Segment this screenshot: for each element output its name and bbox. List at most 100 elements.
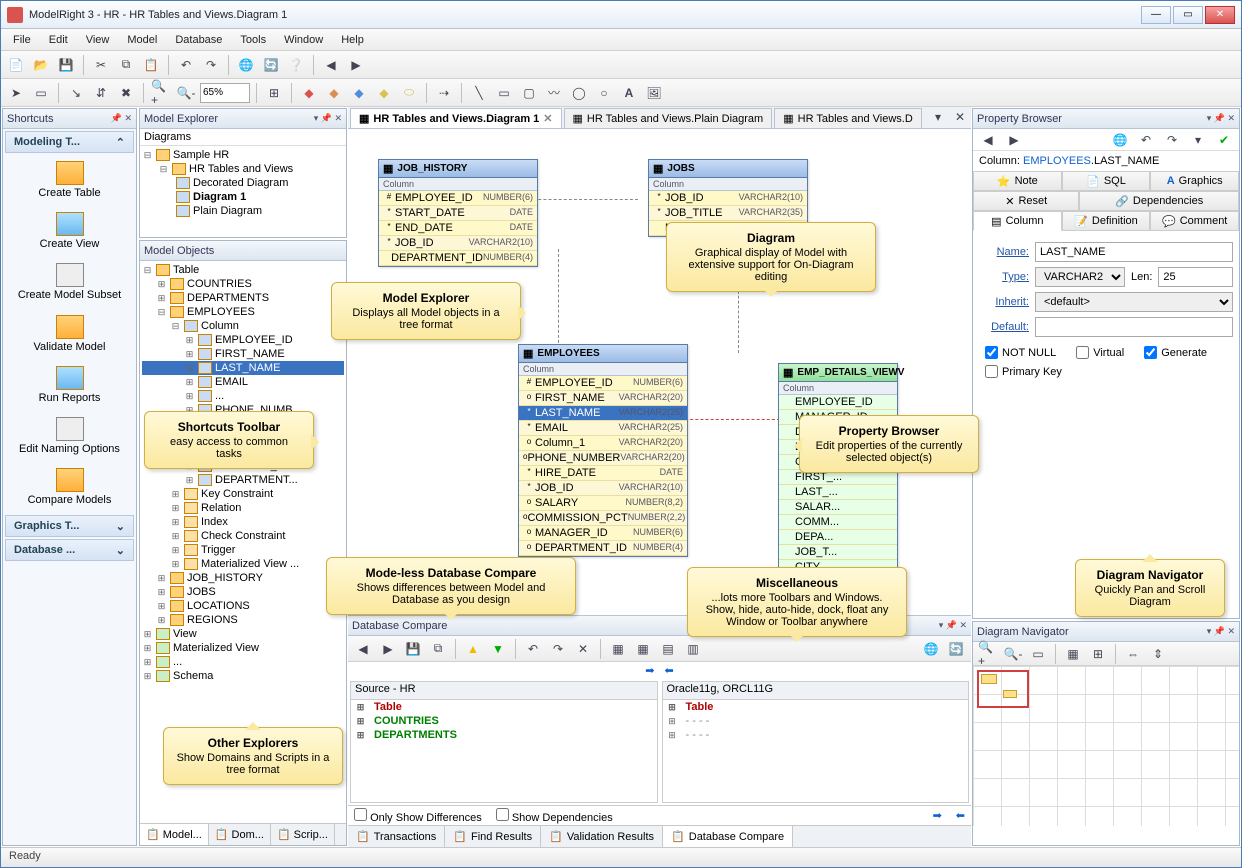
tree-diagram[interactable]: Plain Diagram bbox=[142, 204, 344, 218]
tab-column[interactable]: ▤ Column bbox=[973, 211, 1062, 231]
tree-node[interactable]: ⊟Column bbox=[142, 319, 344, 333]
tab-sql[interactable]: 📄 SQL bbox=[1062, 171, 1151, 191]
entity-column[interactable]: oMANAGER_IDNUMBER(6) bbox=[519, 526, 687, 541]
prop-dropdown-icon[interactable]: ▾ bbox=[1187, 129, 1209, 151]
tree-node[interactable]: ⊞Materialized View ... bbox=[142, 557, 344, 571]
entity-column[interactable]: EMPLOYEE_ID bbox=[779, 395, 897, 410]
tree-diagram[interactable]: Decorated Diagram bbox=[142, 176, 344, 190]
entity-column[interactable]: *JOB_TITLEVARCHAR2(35) bbox=[649, 206, 807, 221]
tree-node[interactable]: ⊞Relation bbox=[142, 501, 344, 515]
dbc-del-icon[interactable]: ✕ bbox=[572, 638, 594, 660]
entity-column[interactable]: DEPA... bbox=[779, 530, 897, 545]
dbc-row[interactable]: ⊞ COUNTRIES bbox=[351, 714, 657, 728]
dbc-up-icon[interactable]: ▲ bbox=[462, 638, 484, 660]
entity-column[interactable]: *JOB_IDVARCHAR2(10) bbox=[379, 236, 537, 251]
menu-database[interactable]: Database bbox=[167, 32, 230, 48]
entity-header[interactable]: ▦JOB_HISTORY bbox=[379, 160, 537, 178]
back-icon[interactable]: ◀ bbox=[320, 54, 342, 76]
tree-node[interactable]: ⊟EMPLOYEES bbox=[142, 305, 344, 319]
nav-grid2-icon[interactable]: ⊞ bbox=[1087, 643, 1109, 665]
arrow-right-icon[interactable]: ➡ bbox=[933, 809, 942, 822]
cube4-icon[interactable]: ◆ bbox=[373, 82, 395, 104]
tree-node[interactable]: ⊞COUNTRIES bbox=[142, 277, 344, 291]
dbc-row[interactable]: ⊞ Table bbox=[351, 700, 657, 714]
tree-node[interactable]: ⊞Trigger bbox=[142, 543, 344, 557]
entity-column[interactable]: JOB_T... bbox=[779, 545, 897, 560]
pin-icon[interactable]: ▾ 📌 ✕ bbox=[314, 113, 342, 124]
tree-node[interactable]: ⊞JOBS bbox=[142, 585, 344, 599]
help-icon[interactable]: ❔ bbox=[285, 54, 307, 76]
tree-node[interactable]: ⊞DEPARTMENTS bbox=[142, 291, 344, 305]
tree-node[interactable]: ⊞DEPARTMENT... bbox=[142, 473, 344, 487]
nav-zoomout-icon[interactable]: 🔍- bbox=[1002, 643, 1024, 665]
pointer-icon[interactable]: ➤ bbox=[5, 82, 27, 104]
tabs-dropdown-icon[interactable]: ▾ bbox=[927, 107, 949, 128]
tree-node[interactable]: ⊞LOCATIONS bbox=[142, 599, 344, 613]
accordion-database[interactable]: Database ...⌄ bbox=[5, 539, 134, 561]
tree-node[interactable]: ⊞Materialized View bbox=[142, 641, 344, 655]
tree-node[interactable]: ⊞Key Constraint bbox=[142, 487, 344, 501]
entity-column[interactable]: LAST_... bbox=[779, 485, 897, 500]
inherit-select[interactable]: <default> bbox=[1035, 292, 1233, 312]
dbc-refresh-icon[interactable]: 🔄 bbox=[945, 638, 967, 660]
entity-column[interactable]: *JOB_IDVARCHAR2(10) bbox=[649, 191, 807, 206]
menu-file[interactable]: File bbox=[5, 32, 39, 48]
tree-node[interactable]: ⊞... bbox=[142, 655, 344, 669]
tree-node[interactable]: ⊞... bbox=[142, 389, 344, 403]
nav-expand-icon[interactable]: ⇔ bbox=[1122, 643, 1144, 665]
dbc-fwd-icon[interactable]: ▶ bbox=[377, 638, 399, 660]
nav-collapse-icon[interactable]: ⇕ bbox=[1147, 643, 1169, 665]
entity-column[interactable]: *END_DATEDATE bbox=[379, 221, 537, 236]
menu-view[interactable]: View bbox=[78, 32, 118, 48]
entity-column[interactable]: *LAST_NAMEVARCHAR2(25) bbox=[519, 406, 687, 421]
tree-node[interactable]: ⊞LAST_NAME bbox=[142, 361, 344, 375]
roundrect-icon[interactable]: ▢ bbox=[518, 82, 540, 104]
shortcut-create-view[interactable]: Create View bbox=[3, 206, 136, 257]
len-input[interactable] bbox=[1158, 267, 1233, 287]
entity-column[interactable]: oCOMMISSION_PCTNUMBER(2,2) bbox=[519, 511, 687, 526]
zoomin-icon[interactable]: 🔍+ bbox=[150, 82, 172, 104]
entity-column[interactable]: *JOB_IDVARCHAR2(10) bbox=[519, 481, 687, 496]
entity-column[interactable]: *START_DATEDATE bbox=[379, 206, 537, 221]
new-icon[interactable]: 📄 bbox=[5, 54, 27, 76]
image-icon[interactable]: 🖼 bbox=[643, 82, 665, 104]
delete-icon[interactable]: ✖ bbox=[115, 82, 137, 104]
menu-model[interactable]: Model bbox=[119, 32, 165, 48]
diagram-canvas[interactable]: ▦JOB_HISTORYColumn#EMPLOYEE_IDNUMBER(6)*… bbox=[348, 129, 971, 615]
tree-group[interactable]: ⊟HR Tables and Views bbox=[142, 162, 344, 176]
close-tab-icon[interactable]: ✕ bbox=[543, 112, 552, 125]
dbc-row[interactable]: ⊞ - - - - bbox=[663, 714, 969, 728]
dbc-grid1-icon[interactable]: ▦ bbox=[607, 638, 629, 660]
menu-edit[interactable]: Edit bbox=[41, 32, 76, 48]
line-icon[interactable]: ╲ bbox=[468, 82, 490, 104]
cut-icon[interactable]: ✂ bbox=[90, 54, 112, 76]
dbc-copy-icon[interactable]: ⧉ bbox=[427, 638, 449, 660]
tree-node[interactable]: ⊞Schema bbox=[142, 669, 344, 683]
maximize-button[interactable]: ▭ bbox=[1173, 6, 1203, 24]
zoom-input[interactable] bbox=[200, 83, 250, 103]
dbc-grid4-icon[interactable]: ▥ bbox=[682, 638, 704, 660]
explorer-tab[interactable]: 📋Model... bbox=[140, 824, 209, 845]
entity-column[interactable]: oDEPARTMENT_IDNUMBER(4) bbox=[519, 541, 687, 556]
dbc-save-icon[interactable]: 💾 bbox=[402, 638, 424, 660]
pin-icon[interactable]: ▾ 📌 ✕ bbox=[1207, 113, 1235, 124]
circle-icon[interactable]: ○ bbox=[593, 82, 615, 104]
prop-check-icon[interactable]: ✔ bbox=[1213, 129, 1235, 151]
entity-column[interactable]: COMM... bbox=[779, 515, 897, 530]
tab-note[interactable]: ⭐ Note bbox=[973, 171, 1062, 191]
cylinder-icon[interactable]: ⬭ bbox=[398, 82, 420, 104]
default-input[interactable] bbox=[1035, 317, 1233, 337]
accordion-modeling[interactable]: Modeling T...⌃ bbox=[5, 131, 134, 153]
tree-node[interactable]: ⊟Table bbox=[142, 263, 344, 277]
entity-header[interactable]: ▦EMPLOYEES bbox=[519, 345, 687, 363]
dbc-grid3-icon[interactable]: ▤ bbox=[657, 638, 679, 660]
tree-node[interactable]: ⊞View bbox=[142, 627, 344, 641]
redo-icon[interactable]: ↷ bbox=[200, 54, 222, 76]
dbc-row[interactable]: ⊞ - - - - bbox=[663, 728, 969, 742]
entity-column[interactable]: oSALARYNUMBER(8,2) bbox=[519, 496, 687, 511]
doc-tab[interactable]: ▦HR Tables and Views.Diagram 1 ✕ bbox=[350, 108, 562, 128]
dbc-down-icon[interactable]: ▼ bbox=[487, 638, 509, 660]
entity-column[interactable]: SALAR... bbox=[779, 500, 897, 515]
cube3-icon[interactable]: ◆ bbox=[348, 82, 370, 104]
entity-header[interactable]: ▦JOBS bbox=[649, 160, 807, 178]
